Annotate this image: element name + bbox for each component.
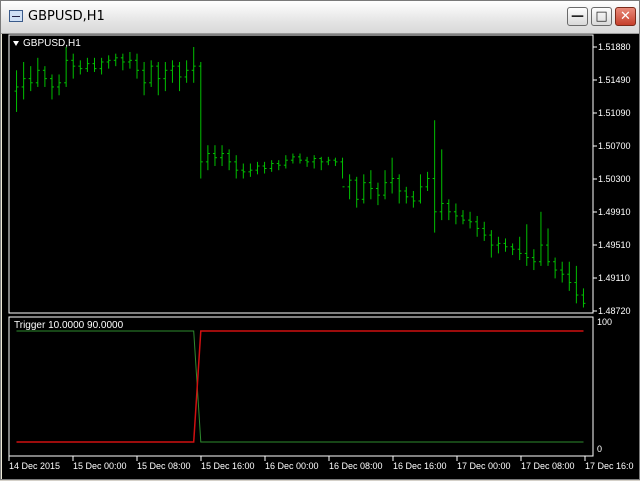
time-label: 17 Dec 08:00: [521, 461, 575, 471]
price-label: 1.49510: [598, 240, 631, 250]
indicator-pane-label: Trigger 10.0000 90.0000: [14, 320, 124, 331]
indicator-line-red: [16, 330, 584, 443]
time-label: 16 Dec 16:00: [393, 461, 447, 471]
price-label: 1.50300: [598, 174, 631, 184]
price-label: 1.49110: [598, 273, 630, 283]
time-label: 17 Dec 00:00: [457, 461, 511, 471]
time-axis: 14 Dec 2015 15 Dec 00:00 15 Dec 08:00 15 De…: [8, 456, 634, 471]
indicator-scale-label: 0: [597, 444, 602, 454]
indicator-scale: 100 0: [597, 317, 612, 454]
indicator-lines: [16, 330, 584, 443]
main-pane-border: [8, 34, 594, 314]
price-label: 1.51090: [598, 108, 631, 118]
price-label: 1.50700: [598, 141, 631, 151]
price-label: 1.51880: [598, 42, 631, 52]
price-label: 1.49910: [598, 207, 631, 217]
time-label: 15 Dec 16:00: [201, 461, 255, 471]
indicator-scale-label: 100: [597, 317, 612, 327]
price-scale: 1.51880 1.51490 1.51090 1.50700 1.50300 1.499…: [593, 42, 631, 316]
main-pane-label: GBPUSD,H1: [23, 38, 81, 49]
price-bars: [14, 47, 586, 308]
chart-window: GBPUSD,H1 — □ ✕ 1.51880 1.51490 1.51090 1.5…: [0, 0, 640, 480]
price-label: 1.48720: [598, 306, 631, 316]
time-label: 17 Dec 16:0: [585, 461, 634, 471]
time-label: 15 Dec 08:00: [137, 461, 191, 471]
time-label: 14 Dec 2015: [9, 461, 60, 471]
time-label: 16 Dec 08:00: [329, 461, 383, 471]
chart-canvas[interactable]: 1.51880 1.51490 1.51090 1.50700 1.50300 1.499…: [1, 1, 640, 481]
time-label: 16 Dec 00:00: [265, 461, 319, 471]
indicator-pane-border: [8, 316, 594, 457]
symbol-menu-arrow-icon[interactable]: [13, 41, 19, 46]
time-label: 15 Dec 00:00: [73, 461, 127, 471]
price-label: 1.51490: [598, 75, 631, 85]
indicator-line-green: [16, 330, 584, 443]
